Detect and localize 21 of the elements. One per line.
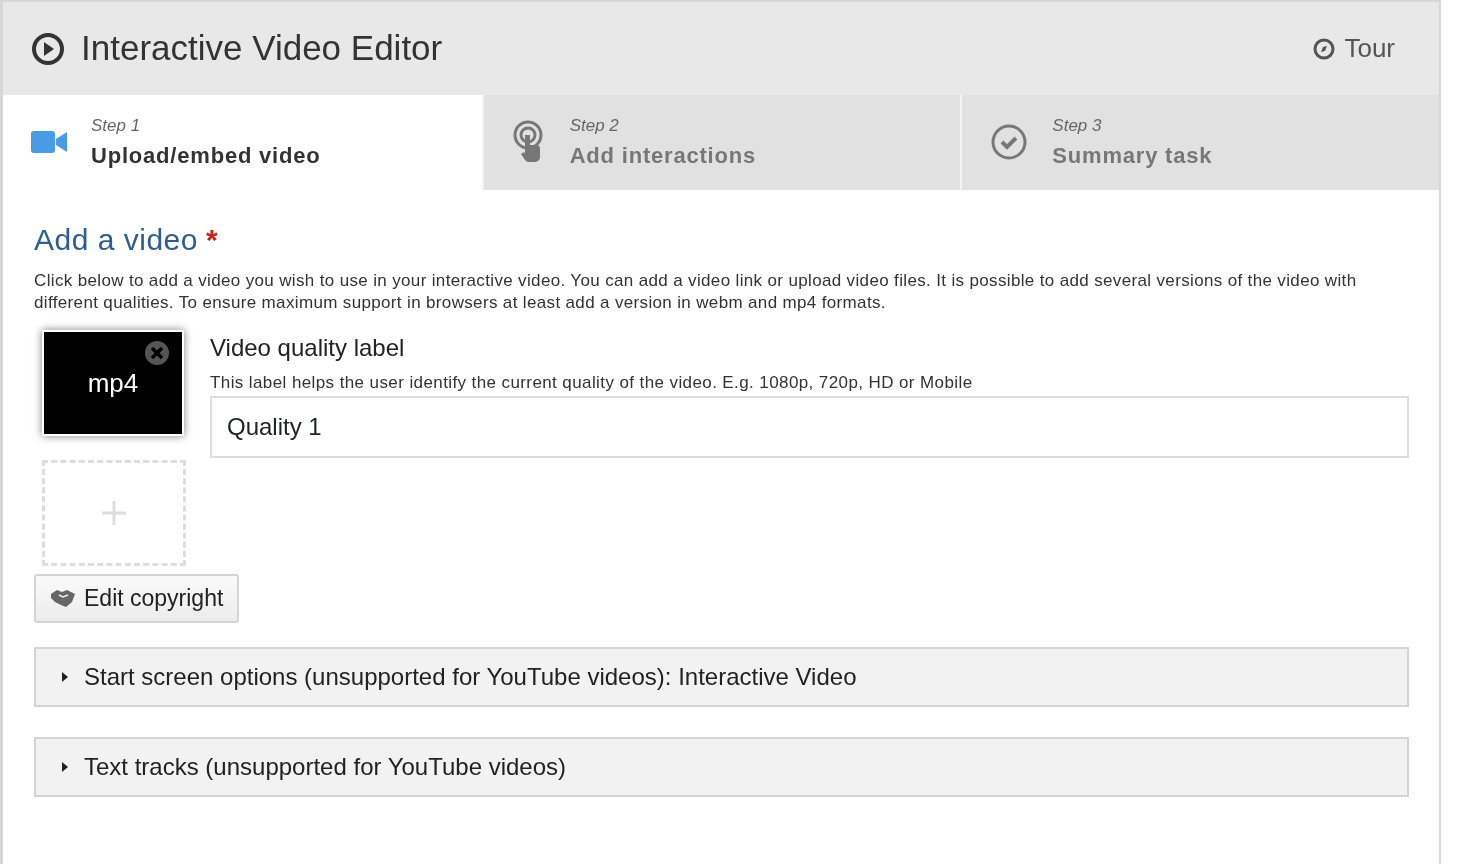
video-camera-icon	[31, 129, 67, 156]
remove-icon[interactable]	[144, 340, 170, 366]
field-label: Video quality label	[210, 333, 406, 363]
field-description: This label helps the user identify the current quality of the video. E.g. 1080p, 720p, HD or Mobile	[210, 372, 974, 394]
section-title: Add a video	[34, 223, 198, 256]
required-asterisk: *	[205, 223, 219, 256]
tour-button[interactable]: Tour	[1306, 28, 1401, 69]
section-description: Click below to add a video you wish to use in your interactive video. You can add a video link or upload video files. It is possible to add several versions of the video with different qualities. To ensure maximum support in browsers at least add a version in webm and mp4 formats.	[34, 270, 1358, 314]
step-tab[interactable]: Step 3 Summary task	[960, 95, 1439, 190]
quality-input-field[interactable]: Quality 1	[210, 395, 1409, 458]
compass-icon	[1312, 36, 1337, 61]
collapsible-group[interactable]: Text tracks (unsupported for YouTube videos)	[34, 736, 1409, 797]
editor-title: Interactive Video Editor	[81, 27, 443, 70]
play-icon	[31, 31, 65, 66]
step-tab[interactable]: Step 2 Add interactions	[481, 95, 961, 190]
add-file-tile[interactable]	[42, 460, 186, 566]
video-file-tile[interactable]: mp4	[42, 330, 184, 436]
edit-copyright-button[interactable]: Edit copyright	[34, 574, 240, 623]
collapsible-group[interactable]: Start screen options (unsupported for YouTube videos): Interactive Video	[34, 646, 1409, 707]
check-circle-icon	[990, 123, 1029, 162]
plus-icon	[101, 500, 127, 526]
